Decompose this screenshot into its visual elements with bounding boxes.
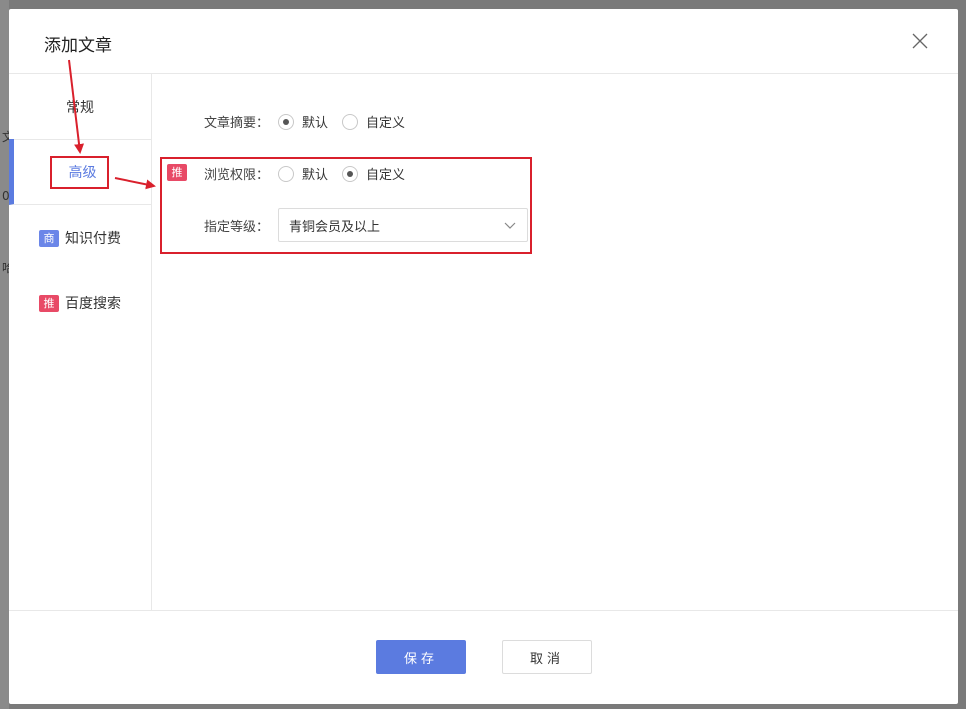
nav-item-advanced[interactable]: 高级 <box>9 139 151 205</box>
radio-unchecked-icon <box>342 113 359 130</box>
tui-badge-icon: 推 <box>167 164 187 181</box>
dialog-footer: 保存 取消 <box>9 610 958 704</box>
summary-radio-default[interactable]: 默认 <box>278 112 328 131</box>
permission-radio-default[interactable]: 默认 <box>278 164 328 183</box>
radio-label: 默认 <box>302 168 329 183</box>
side-nav: 常规 高级 商 知识付费 推 百度搜索 <box>9 74 152 610</box>
backdrop-page: 文 0 哈 <box>0 0 15 709</box>
level-label: 指定等级： <box>203 219 269 235</box>
radio-label: 默认 <box>302 116 329 131</box>
cancel-button[interactable]: 取消 <box>502 640 592 674</box>
radio-unchecked-icon <box>278 165 294 182</box>
nav-item-general[interactable]: 常规 <box>9 74 151 140</box>
radio-label: 自定义 <box>366 116 406 131</box>
permission-label: 浏览权限： <box>203 168 269 183</box>
level-select-value: 青铜会员及以上 <box>289 219 381 235</box>
content-panel: 文章摘要： 默认 自定义 推 浏览权限： 默认 自定义 指定等级： 青铜会员及以… <box>152 74 958 610</box>
nav-item-label: 常规 <box>66 99 94 116</box>
summary-row: 文章摘要： 默认 自定义 <box>197 112 419 131</box>
radio-label: 自定义 <box>366 168 406 183</box>
save-button[interactable]: 保存 <box>376 640 466 674</box>
permission-row: 浏览权限： 默认 自定义 <box>197 164 419 183</box>
close-icon[interactable] <box>910 31 930 51</box>
shang-badge-icon: 商 <box>39 229 59 247</box>
radio-checked-icon <box>278 113 294 130</box>
nav-item-label: 知识付费 <box>65 231 121 247</box>
summary-label: 文章摘要： <box>203 116 269 131</box>
radio-checked-icon <box>342 165 359 182</box>
chevron-down-icon <box>504 222 516 229</box>
permission-radio-custom[interactable]: 自定义 <box>342 164 405 183</box>
nav-item-label: 百度搜索 <box>65 296 121 312</box>
dialog-title: 添加文章 <box>44 36 112 56</box>
tui-badge-icon: 推 <box>39 294 59 312</box>
level-select[interactable]: 青铜会员及以上 <box>278 208 528 242</box>
dialog-header: 添加文章 <box>9 9 958 74</box>
add-article-dialog: 添加文章 常规 高级 商 知识付费 推 百度搜索 文章摘要： 默认 自定义 推 … <box>9 9 958 704</box>
level-row: 指定等级： 青铜会员及以上 <box>197 208 528 242</box>
nav-item-knowledge-pay[interactable]: 商 知识付费 <box>9 205 151 271</box>
nav-item-label: 高级 <box>68 164 97 181</box>
summary-radio-custom[interactable]: 自定义 <box>342 112 405 131</box>
nav-item-baidu-search[interactable]: 推 百度搜索 <box>9 270 151 336</box>
